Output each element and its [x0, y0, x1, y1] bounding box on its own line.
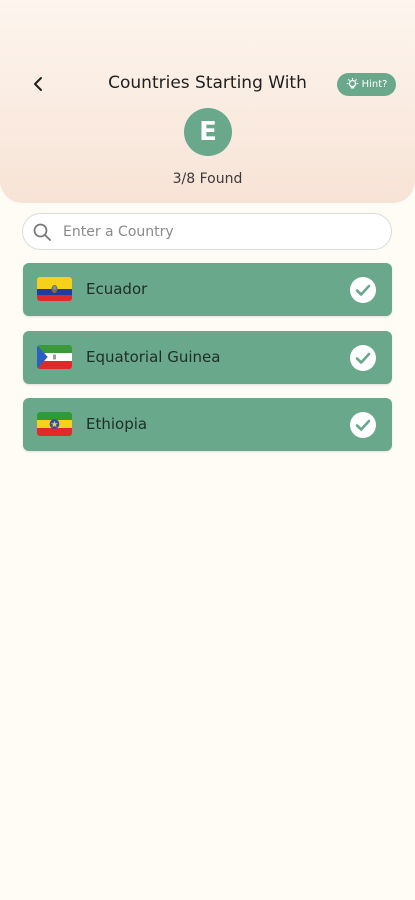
check-circle-icon — [350, 345, 376, 371]
check-circle-icon — [350, 412, 376, 438]
country-item-ethiopia[interactable]: Ethiopia — [23, 398, 392, 451]
ecuador-flag-icon — [37, 277, 72, 301]
country-item-equatorial-guinea[interactable]: Equatorial Guinea — [23, 331, 392, 384]
country-name: Ecuador — [86, 280, 148, 298]
back-button[interactable] — [24, 70, 52, 98]
country-name: Equatorial Guinea — [86, 348, 221, 366]
country-search-input[interactable] — [61, 214, 385, 250]
country-item-ecuador[interactable]: Ecuador — [23, 263, 392, 316]
search-icon — [33, 223, 51, 241]
check-circle-icon — [350, 277, 376, 303]
header: Countries Starting With Hint? E 3/8 Foun… — [0, 0, 415, 203]
screen: Countries Starting With Hint? E 3/8 Foun… — [0, 0, 415, 900]
chevron-left-icon — [34, 77, 42, 91]
country-name: Ethiopia — [86, 415, 148, 433]
found-counter: 3/8 Found — [172, 171, 243, 187]
hint-button[interactable]: Hint? — [337, 73, 396, 96]
hint-label: Hint? — [361, 79, 388, 90]
equatorial-guinea-flag-icon — [37, 345, 72, 369]
lightbulb-icon — [346, 78, 359, 89]
page-title: Countries Starting With — [108, 73, 307, 93]
ethiopia-flag-icon — [37, 412, 72, 436]
letter-badge: E — [184, 108, 232, 156]
search-bar — [22, 213, 392, 250]
